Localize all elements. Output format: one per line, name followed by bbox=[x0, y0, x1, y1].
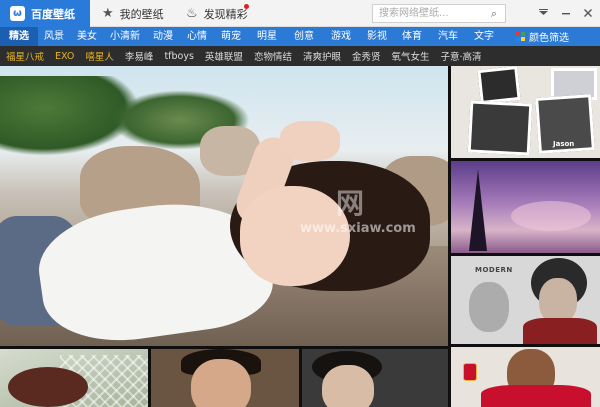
wallpaper-thumb[interactable]: Jason bbox=[451, 66, 600, 158]
club-crest-icon bbox=[463, 363, 477, 381]
skin-icon[interactable] bbox=[535, 5, 551, 21]
tag-item[interactable]: 福星八戒 bbox=[6, 49, 44, 63]
category-featured[interactable]: 精选 bbox=[0, 27, 38, 46]
category-games[interactable]: 游戏 bbox=[322, 27, 360, 46]
watermark-logo: 网 bbox=[335, 187, 364, 220]
face-shape bbox=[322, 365, 374, 407]
category-creative[interactable]: 创意 bbox=[286, 27, 322, 46]
tag-item[interactable]: 英雄联盟 bbox=[205, 49, 243, 63]
tab-discover-label: 发现精彩 bbox=[203, 7, 248, 21]
tag-item[interactable]: 李易峰 bbox=[125, 49, 154, 63]
photo-frame bbox=[467, 100, 533, 156]
tab-discover[interactable]: ♨ 发现精彩 bbox=[186, 0, 248, 27]
color-grid-icon bbox=[516, 32, 525, 41]
wallpaper-thumb[interactable]: MODERN bbox=[451, 256, 600, 344]
photo-frame bbox=[477, 66, 521, 104]
cloud-shape bbox=[511, 201, 591, 231]
category-beauty[interactable]: 美女 bbox=[70, 27, 104, 46]
tag-item[interactable]: 氧气女生 bbox=[391, 49, 429, 63]
color-swatch bbox=[521, 32, 525, 36]
shirt-shape bbox=[481, 385, 591, 407]
thumb-caption: MODERN bbox=[475, 266, 513, 274]
wallpaper-thumb[interactable] bbox=[151, 349, 299, 407]
tag-item[interactable]: EXO bbox=[55, 51, 74, 62]
wallpaper-hero[interactable]: 网 www.sxiaw.com bbox=[0, 66, 448, 346]
thumb-caption: Jason bbox=[553, 140, 575, 148]
face-shape bbox=[191, 359, 251, 407]
tag-item[interactable]: 子意·高清 bbox=[441, 49, 482, 63]
body-shape bbox=[523, 318, 597, 344]
hand-shape bbox=[280, 121, 340, 161]
color-swatch bbox=[521, 37, 525, 41]
portrait-shape bbox=[469, 282, 509, 332]
tab-home[interactable]: ω 百度壁纸 bbox=[0, 0, 90, 27]
category-fresh[interactable]: 小清新 bbox=[104, 27, 146, 46]
minimize-icon[interactable] bbox=[558, 5, 574, 21]
category-mood[interactable]: 心情 bbox=[180, 27, 214, 46]
baidu-paw-icon: ω bbox=[10, 6, 25, 21]
category-scenery[interactable]: 风景 bbox=[38, 27, 70, 46]
color-filter-button[interactable]: 颜色筛选 bbox=[516, 29, 569, 44]
color-swatch bbox=[516, 37, 520, 41]
wallpaper-thumb[interactable] bbox=[451, 161, 600, 253]
category-anime[interactable]: 动漫 bbox=[146, 27, 180, 46]
category-cars[interactable]: 汽车 bbox=[430, 27, 466, 46]
color-filter-label: 颜色筛选 bbox=[529, 33, 569, 44]
wallpaper-grid: 网 www.sxiaw.com Jason MODERN bbox=[0, 66, 600, 407]
hair-shape bbox=[8, 367, 88, 407]
wallpaper-thumb[interactable] bbox=[451, 347, 600, 407]
eiffel-tower-shape bbox=[469, 169, 487, 251]
category-stars[interactable]: 明星 bbox=[248, 27, 286, 46]
title-bar: ω 百度壁纸 ★ 我的壁纸 ♨ 发现精彩 ⌕ bbox=[0, 0, 600, 27]
tag-item[interactable]: 恋物情结 bbox=[254, 49, 292, 63]
fire-icon: ♨ bbox=[186, 6, 198, 21]
tag-item[interactable]: 清爽护眼 bbox=[303, 49, 341, 63]
wallpaper-thumb[interactable] bbox=[302, 349, 448, 407]
tab-my-wallpapers[interactable]: ★ 我的壁纸 bbox=[102, 0, 164, 27]
search-box: ⌕ bbox=[372, 4, 506, 23]
search-icon[interactable]: ⌕ bbox=[485, 5, 503, 22]
notification-dot bbox=[244, 4, 249, 9]
category-bar: 精选 风景 美女 小清新 动漫 心情 萌宠 明星 创意 游戏 影视 体育 汽车 … bbox=[0, 27, 600, 46]
wallpaper-thumb[interactable] bbox=[0, 349, 148, 407]
close-icon[interactable] bbox=[580, 5, 596, 21]
category-text[interactable]: 文字 bbox=[466, 27, 502, 46]
category-movies[interactable]: 影视 bbox=[360, 27, 394, 46]
tag-bar: 福星八戒 EXO 嘻星人 李易峰 tfboys 英雄联盟 恋物情结 清爽护眼 金… bbox=[0, 46, 600, 66]
tag-item[interactable]: tfboys bbox=[164, 51, 193, 62]
app-title: 百度壁纸 bbox=[31, 7, 75, 21]
search-input[interactable] bbox=[373, 5, 485, 22]
color-swatch bbox=[516, 32, 520, 36]
star-icon: ★ bbox=[102, 6, 114, 21]
tab-my-wallpapers-label: 我的壁纸 bbox=[119, 7, 164, 21]
tag-item[interactable]: 金秀贤 bbox=[352, 49, 381, 63]
watermark-text: www.sxiaw.com bbox=[300, 221, 416, 236]
category-pets[interactable]: 萌宠 bbox=[214, 27, 248, 46]
category-sports[interactable]: 体育 bbox=[394, 27, 430, 46]
tag-item[interactable]: 嘻星人 bbox=[85, 49, 114, 63]
